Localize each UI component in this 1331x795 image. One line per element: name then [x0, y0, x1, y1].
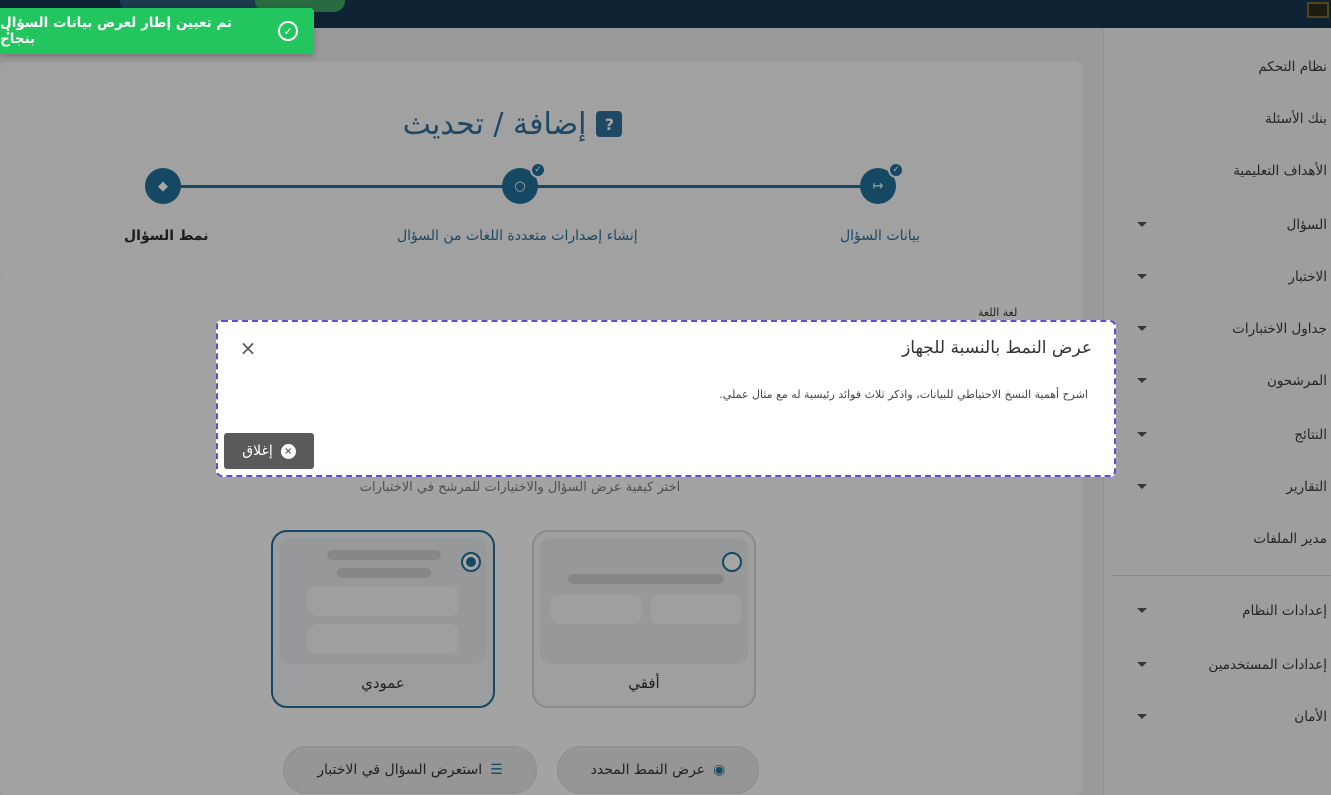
- success-toast: ⋮ تم تعيين إطار لعرض بيانات السؤال بنجاح…: [0, 8, 314, 54]
- modal-body-text: اشرح أهمية النسخ الاحتياطي للبيانات، واذ…: [719, 388, 1088, 401]
- modal-close-button[interactable]: إغلاق ×: [224, 433, 314, 469]
- close-icon[interactable]: ×: [238, 338, 258, 358]
- close-circle-icon: ×: [280, 443, 296, 459]
- device-style-modal: عرض النمط بالنسبة للجهاز × اشرح أهمية ال…: [216, 320, 1116, 477]
- check-circle-icon: ✓: [278, 21, 298, 41]
- toast-message: تم تعيين إطار لعرض بيانات السؤال بنجاح: [0, 15, 233, 47]
- modal-title: عرض النمط بالنسبة للجهاز: [902, 338, 1092, 358]
- toast-menu-icon[interactable]: ⋮: [2, 23, 14, 37]
- button-label: إغلاق: [242, 443, 273, 459]
